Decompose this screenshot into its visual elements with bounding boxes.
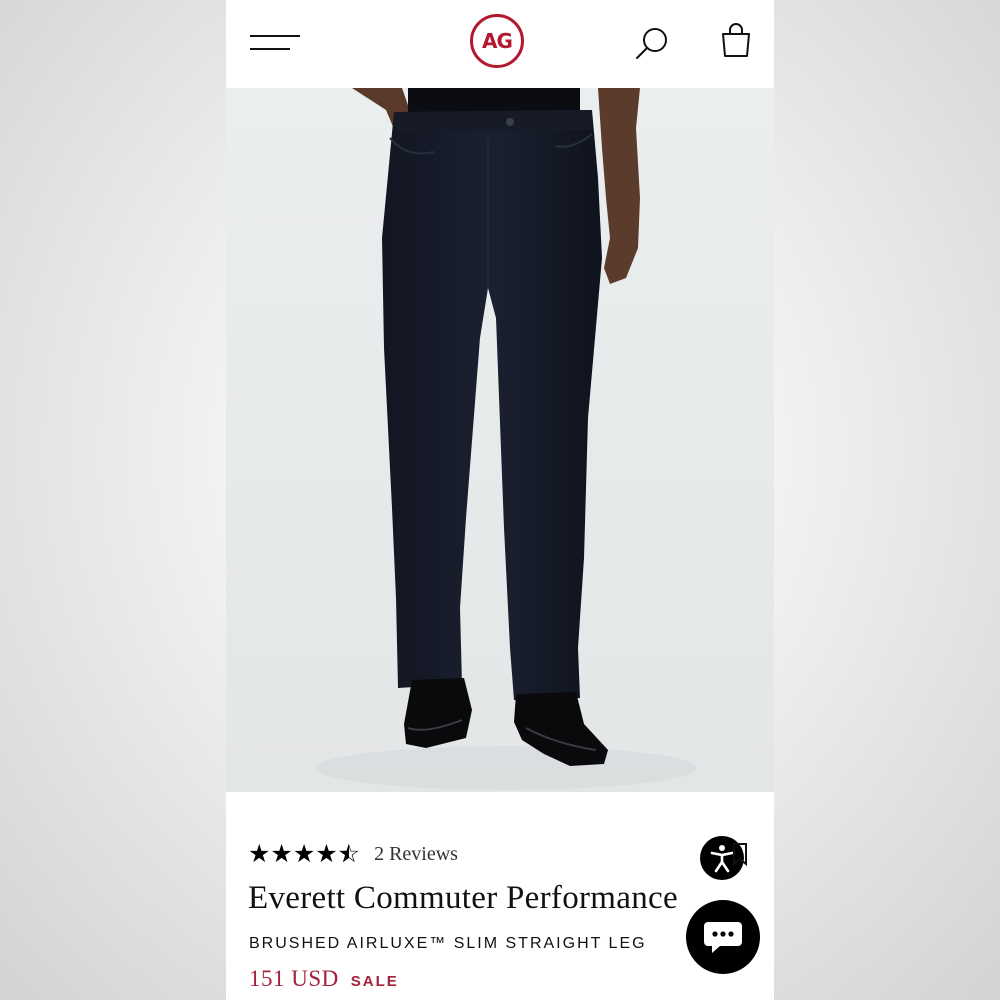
product-info: ★★★★☆★ 2 Reviews Everett Commuter Perfor… bbox=[226, 792, 774, 1000]
reviews-link[interactable]: 2 Reviews bbox=[374, 843, 458, 866]
brand-logo[interactable]: AG bbox=[470, 14, 524, 68]
search-icon[interactable] bbox=[634, 24, 672, 62]
shopping-bag-icon[interactable] bbox=[719, 22, 753, 60]
half-star-icon: ☆★ bbox=[337, 839, 361, 868]
product-title: Everett Commuter Performance bbox=[248, 880, 678, 916]
product-price: 151 USD bbox=[249, 966, 339, 991]
menu-line bbox=[250, 48, 290, 50]
sale-badge: SALE bbox=[350, 973, 399, 990]
product-image[interactable] bbox=[226, 88, 774, 792]
product-subtitle: BRUSHED AIRLUXE™ SLIM STRAIGHT LEG bbox=[249, 935, 647, 952]
site-header: AG bbox=[226, 0, 774, 89]
chat-bubble-icon[interactable] bbox=[686, 900, 760, 974]
price-row: 151 USD SALE bbox=[249, 966, 399, 992]
product-rating[interactable]: ★★★★☆★ 2 Reviews bbox=[248, 841, 458, 867]
menu-line bbox=[250, 35, 300, 37]
rating-stars: ★★★★☆★ bbox=[248, 839, 361, 868]
phone-screen: AG ★★★★☆ 2 Reviews Everett Commuter Perf… bbox=[226, 0, 774, 1000]
bookmark-icon[interactable] bbox=[732, 842, 748, 867]
hamburger-menu-icon[interactable] bbox=[250, 32, 302, 54]
